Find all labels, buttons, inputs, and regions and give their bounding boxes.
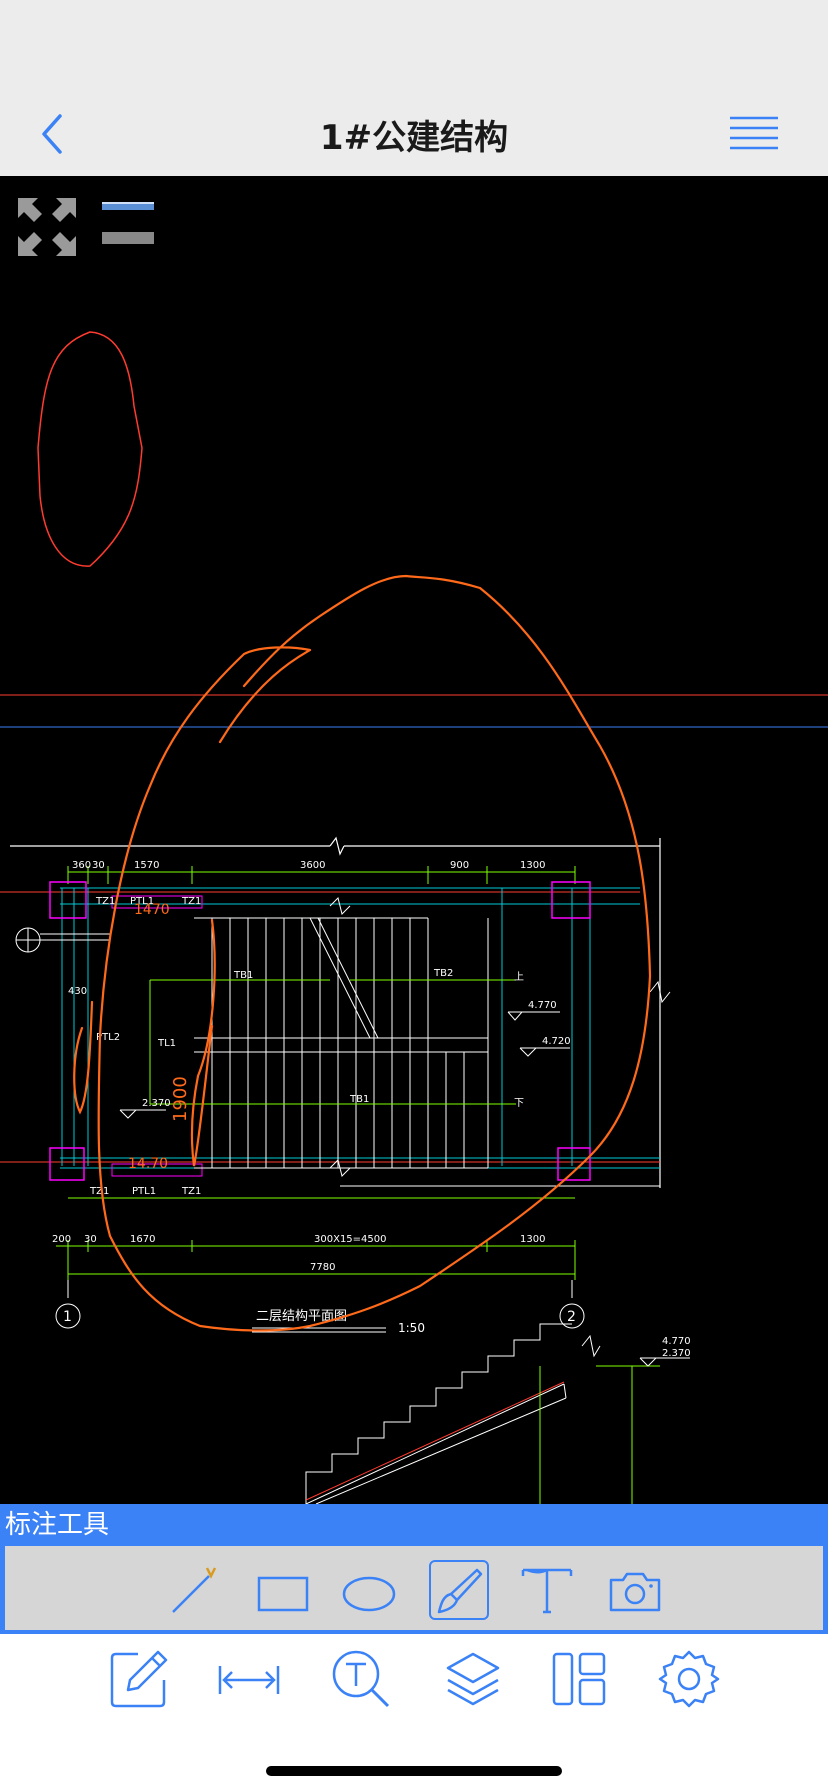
rectangle-tool-button[interactable]: [253, 1560, 313, 1620]
stair-section: [305, 1323, 572, 1504]
dimension-text: 30: [92, 860, 105, 871]
elevation-label: 2.370: [662, 1348, 691, 1359]
bottom-toolbar: [0, 1634, 828, 1792]
settings-icon: [658, 1650, 720, 1708]
column: [557, 1147, 591, 1181]
status-bar: [0, 0, 828, 90]
dimension-text: 3600: [300, 860, 325, 871]
text-tool-icon: [521, 1568, 573, 1614]
dimension-text: 1670: [130, 1234, 155, 1245]
layers-icon: [446, 1652, 500, 1706]
edit-button[interactable]: [108, 1648, 170, 1710]
brush-tool-icon: [437, 1568, 483, 1614]
component-label: TZ1: [181, 896, 201, 907]
layout-icon: [552, 1652, 606, 1706]
elevation-marker: [507, 1011, 524, 1021]
elevation-marker: [119, 1109, 138, 1119]
column: [49, 881, 87, 919]
annotation-text: 1470: [134, 902, 170, 918]
column: [551, 881, 591, 919]
annotation-stroke-orange: [73, 1000, 94, 1115]
text-search-icon: [332, 1650, 390, 1708]
expand-arrows-icon: [18, 198, 76, 256]
edit-icon: [110, 1650, 168, 1708]
dimension-text: 30: [84, 1234, 97, 1245]
line-tool-button[interactable]: [165, 1560, 225, 1620]
ellipse-tool-button[interactable]: [339, 1560, 399, 1620]
navigation-bar: 1#公建结构: [0, 90, 828, 176]
settings-button[interactable]: [658, 1648, 720, 1710]
dimension-text: 300X15=4500: [314, 1234, 387, 1245]
home-indicator[interactable]: [266, 1766, 562, 1776]
ellipse-tool-icon: [342, 1576, 396, 1612]
text-search-button[interactable]: [330, 1648, 392, 1710]
rectangle-tool-icon: [257, 1576, 309, 1612]
line-tool-icon: [172, 1567, 217, 1613]
component-label: TZ1: [181, 1186, 201, 1197]
component-label: TL1: [157, 1038, 176, 1049]
elevation-marker: [519, 1047, 538, 1057]
fullscreen-button[interactable]: [14, 194, 80, 260]
elevation-label: 4.770: [662, 1336, 691, 1347]
layer-toggle-button[interactable]: [100, 202, 156, 244]
page-title: 1#公建结构: [319, 118, 509, 158]
axis-label: 1: [63, 1309, 72, 1325]
annotation-text: 1900: [170, 1076, 191, 1122]
column: [49, 1147, 85, 1181]
dimension-text: 360: [72, 860, 91, 871]
measure-button[interactable]: [218, 1648, 280, 1710]
annotation-text: 14.70: [128, 1156, 168, 1172]
layers-button[interactable]: [442, 1648, 504, 1710]
hamburger-menu-icon: [730, 116, 778, 150]
stair-treads: [194, 917, 489, 1169]
break-mark: [329, 836, 345, 856]
plan-title: 二层结构平面图: [256, 1309, 347, 1324]
text-tool-button[interactable]: [517, 1560, 577, 1620]
dimension-text: 1570: [134, 860, 159, 871]
component-label: TZ1: [95, 896, 115, 907]
dimension-text: 900: [450, 860, 469, 871]
chevron-left-icon: [42, 114, 62, 154]
back-button[interactable]: [36, 108, 76, 158]
layer-bar-icon: [102, 232, 154, 244]
dimension-text: 1300: [520, 860, 545, 871]
brush-tool-button[interactable]: [429, 1560, 489, 1620]
component-label: TB1: [349, 1094, 369, 1105]
elevation-label: 4.720: [542, 1036, 571, 1047]
annotation-stroke-orange: [190, 918, 216, 1167]
layer-bar-icon: [102, 202, 154, 210]
annotation-tools-panel: [0, 1546, 828, 1634]
component-label: PTL1: [132, 1186, 156, 1197]
axis-label: 2: [567, 1309, 576, 1325]
annotation-tools-header: 标注工具: [0, 1504, 828, 1546]
drawing-canvas[interactable]: 360 30 1570 3600 900 1300 TZ1 PTL1 TZ1 T…: [0, 176, 828, 1504]
dimension-text: 7780: [310, 1262, 335, 1273]
menu-button[interactable]: [726, 110, 782, 156]
component-label: 下: [514, 1098, 524, 1109]
component-label: TB2: [433, 968, 453, 979]
layout-button[interactable]: [548, 1648, 610, 1710]
dimension-text: 200: [52, 1234, 71, 1245]
dimension-text: 1300: [520, 1234, 545, 1245]
annotation-oval-red: [37, 331, 143, 567]
annotation-tools-bar: [5, 1546, 823, 1630]
camera-tool-button[interactable]: [605, 1560, 665, 1620]
measure-icon: [218, 1666, 280, 1694]
elevation-label: 2.370: [142, 1098, 171, 1109]
component-label: TB1: [233, 970, 253, 981]
plan-scale: 1:50: [398, 1321, 425, 1335]
component-label: 上: [514, 971, 524, 983]
elevation-label: 4.770: [528, 1000, 557, 1011]
cad-drawing: 360 30 1570 3600 900 1300 TZ1 PTL1 TZ1 T…: [0, 331, 828, 1504]
camera-tool-icon: [609, 1572, 661, 1612]
component-label: TZ1: [89, 1186, 109, 1197]
elevation-label: 430: [68, 986, 87, 997]
